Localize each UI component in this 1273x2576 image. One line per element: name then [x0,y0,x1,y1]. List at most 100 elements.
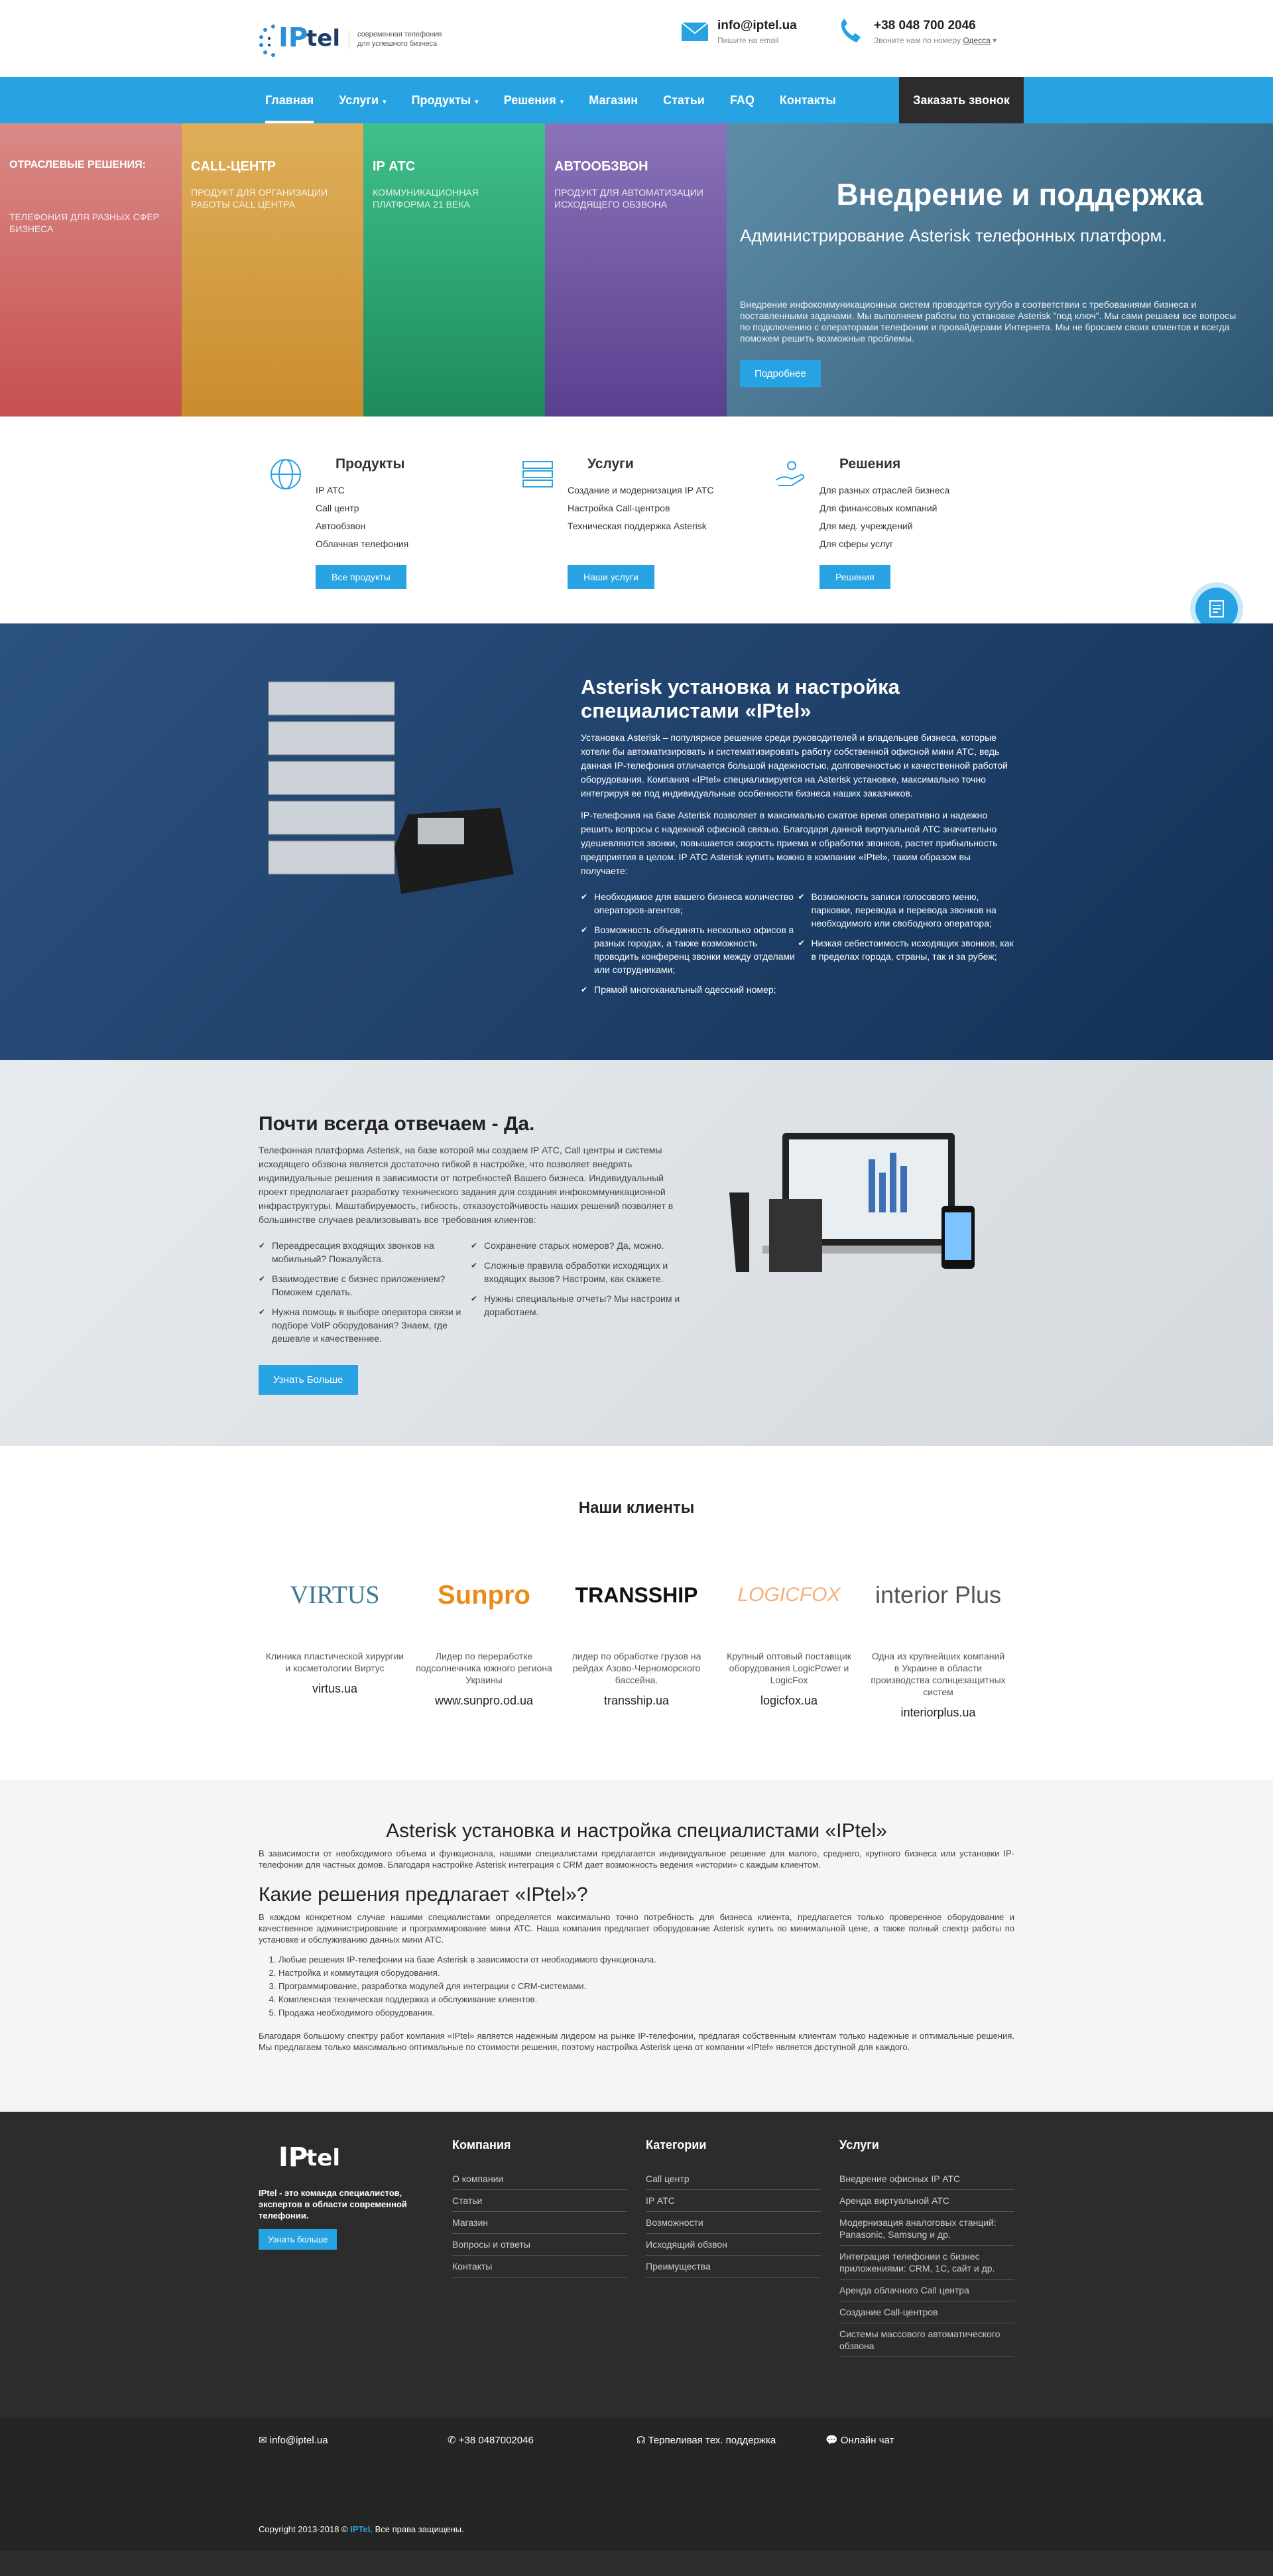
footer-learn-more-button[interactable]: Узнать больше [259,2229,337,2250]
client-card[interactable]: TRANSSHIP лидер по обработке грузов на р… [567,1545,706,1708]
answer-paragraph: Телефонная платформа Asterisk, на базе к… [259,1145,674,1225]
client-card[interactable]: interior Plus Одна из крупнейших компани… [869,1545,1008,1720]
chevron-down-icon[interactable]: ▾ [993,36,997,45]
all-products-button[interactable]: Все продукты [316,565,406,589]
feature-link[interactable]: Для финансовых компаний [819,499,949,517]
feature-link[interactable]: Автообзвон [316,517,408,535]
feature-link[interactable]: Для мед. учреждений [819,517,949,535]
hero-col-callcenter[interactable]: CALL-ЦЕНТР ПРОДУКТ ДЛЯ ОРГАНИЗАЦИИ РАБОТ… [182,123,363,417]
chat-icon: 💬 [825,2435,838,2446]
seo-list-item: Комплексная техническая поддержка и обсл… [278,1993,1014,2006]
order-call-button[interactable]: Заказать звонок [899,77,1024,123]
our-services-button[interactable]: Наши услуги [568,565,654,589]
client-url[interactable]: www.sunpro.od.ua [414,1694,554,1708]
feature-link[interactable]: Для сферы услуг [819,535,949,553]
solutions-button[interactable]: Решения [819,565,890,589]
logo-tel-text: tel [306,25,340,52]
nav-item-services[interactable]: Услуги ▾ [339,77,386,123]
headset-icon: ☊ [636,2435,646,2446]
hero-more-button[interactable]: Подробнее [740,360,821,387]
client-url[interactable]: logicfox.ua [719,1694,859,1708]
footer-link[interactable]: Системы массового автоматического обзвон… [839,2323,1014,2357]
footer-link[interactable]: Контакты [452,2256,627,2278]
client-card[interactable]: VIRTUS Клиника пластической хирургии и к… [265,1545,404,1696]
footer-link[interactable]: Возможности [646,2212,821,2234]
footer-link[interactable]: IP АТС [646,2190,821,2212]
client-description: Лидер по переработке подсолнечника южног… [416,1651,552,1685]
asterisk-paragraph: Установка Asterisk – популярное решение … [581,732,1008,799]
email-caption: Пишите на email [717,36,779,45]
client-url[interactable]: virtus.ua [265,1682,404,1696]
footer-link[interactable]: Статьи [452,2190,627,2212]
client-card[interactable]: Sunpro Лидер по переработке подсолнечник… [414,1545,554,1708]
footer-link[interactable]: Внедрение офисных IP АТС [839,2168,1014,2190]
hero-col-text: ТЕЛЕФОНИЯ ДЛЯ РАЗНЫХ СФЕР БИЗНЕСА [9,212,159,234]
footer-email[interactable]: ✉ info@iptel.ua [259,2434,448,2446]
nav-item-articles[interactable]: Статьи [663,77,705,123]
nav-item-solutions[interactable]: Решения ▾ [504,77,564,123]
feature-link[interactable]: Облачная телефония [316,535,408,553]
hero-subtitle: Администрирование Asterisk телефонных пл… [740,225,1167,245]
logo-ip-text: IP [278,23,308,53]
nav-item-faq[interactable]: FAQ [730,77,755,123]
footer-about-text: IPtel - это команда специалистов, экспер… [259,2188,407,2221]
hand-icon [775,461,805,486]
check-item: Низкая себестоимость исходящих звонков, … [798,936,1016,963]
email-contact[interactable]: info@iptel.ua Пишите на email [680,19,797,45]
footer-link[interactable]: О компании [452,2168,627,2190]
footer-link[interactable]: Аренда виртуальной АТС [839,2190,1014,2212]
client-card[interactable]: LOGICFOX Крупный оптовый поставщик обору… [719,1545,859,1708]
footer-col-title: Компания [452,2138,511,2152]
seo-list-item: Программирование, разработка модулей для… [278,1980,1014,1993]
footer-logo[interactable]: IP tel [259,2138,341,2179]
footer-link[interactable]: Исходящий обзвон [646,2234,821,2256]
client-description: Одна из крупнейших компаний в Украине в … [871,1651,1006,1697]
seo-paragraph: В зависимости от необходимого объема и ф… [259,1848,1014,1870]
hero-col-autodial[interactable]: АВТООБЗВОН ПРОДУКТ ДЛЯ АВТОМАТИЗАЦИИ ИСХ… [545,123,727,417]
footer-link[interactable]: Интеграция телефонии с бизнес приложения… [839,2246,1014,2280]
seo-list-item: Любые решения IP-телефонии на базе Aster… [278,1953,1014,1966]
nav-item-products[interactable]: Продукты ▾ [412,77,479,123]
phone-contact[interactable]: +38 048 700 2046 Звоните нам по номеру О… [837,19,997,45]
server-phone-image [268,681,514,894]
feature-link[interactable]: Для разных отраслей бизнеса [819,482,949,499]
footer-link[interactable]: Вопросы и ответы [452,2234,627,2256]
feature-link[interactable]: Техническая поддержка Asterisk [568,517,713,535]
hero-title: Внедрение и поддержка [836,177,1203,212]
feature-link[interactable]: IP АТС [316,482,408,499]
hero-col-title: ОТРАСЛЕВЫЕ РЕШЕНИЯ: [9,159,147,170]
hero-col-ipats[interactable]: IP АТС КОММУНИКАЦИОННАЯ ПЛАТФОРМА 21 ВЕК… [363,123,545,417]
client-logo: TRANSSHIP [575,1582,698,1607]
check-item: Переадресация входящих звонков на мобиль… [259,1239,471,1265]
check-item: Прямой многоканальный одесский номер; [581,983,798,996]
main-nav: Главная Услуги ▾ Продукты ▾ Решения ▾ Магаз… [0,77,1273,123]
hero-col-text: ПРОДУКТ ДЛЯ ОРГАНИЗАЦИИ РАБОТЫ CALL ЦЕНТ… [191,187,328,210]
client-url[interactable]: transship.ua [567,1694,706,1708]
client-description: лидер по обработке грузов на рейдах Азов… [572,1651,701,1685]
footer-link[interactable]: Аренда облачного Call центра [839,2280,1014,2301]
hero-col-industry[interactable]: ОТРАСЛЕВЫЕ РЕШЕНИЯ: ТЕЛЕФОНИЯ ДЛЯ РАЗНЫХ… [0,123,182,417]
city-select[interactable]: Одесса [963,36,990,45]
footer-link[interactable]: Модернизация аналоговых станций: Panason… [839,2212,1014,2246]
footer-link[interactable]: Магазин [452,2212,627,2234]
learn-more-button[interactable]: Узнать Больше [259,1365,358,1395]
email-address[interactable]: info@iptel.ua [717,19,797,33]
nav-item-contacts[interactable]: Контакты [780,77,836,123]
footer-link[interactable]: Создание Call-центров [839,2301,1014,2323]
client-logo: VIRTUS [290,1581,380,1609]
phone-icon: ✆ [448,2435,456,2446]
client-url[interactable]: interiorplus.ua [869,1706,1008,1720]
site-logo[interactable]: IP tel современная телефония для успешно… [259,19,448,60]
feature-link[interactable]: Call центр [316,499,408,517]
feature-link[interactable]: Настройка Call-центров [568,499,713,517]
nav-item-shop[interactable]: Магазин [589,77,638,123]
footer-phone[interactable]: ✆ +38 0487002046 [448,2434,636,2446]
caret-down-icon: ▾ [560,98,564,106]
footer-link[interactable]: Call центр [646,2168,821,2190]
nav-item-home[interactable]: Главная [265,77,314,123]
feature-link[interactable]: Создание и модернизация IP АТС [568,482,713,499]
footer-link[interactable]: Преимущества [646,2256,821,2278]
footer-support[interactable]: ☊ Терпеливая тех. поддержка [636,2434,825,2446]
phone-number[interactable]: +38 048 700 2046 [874,19,997,33]
footer-chat[interactable]: 💬 Онлайн чат [825,2434,1014,2446]
